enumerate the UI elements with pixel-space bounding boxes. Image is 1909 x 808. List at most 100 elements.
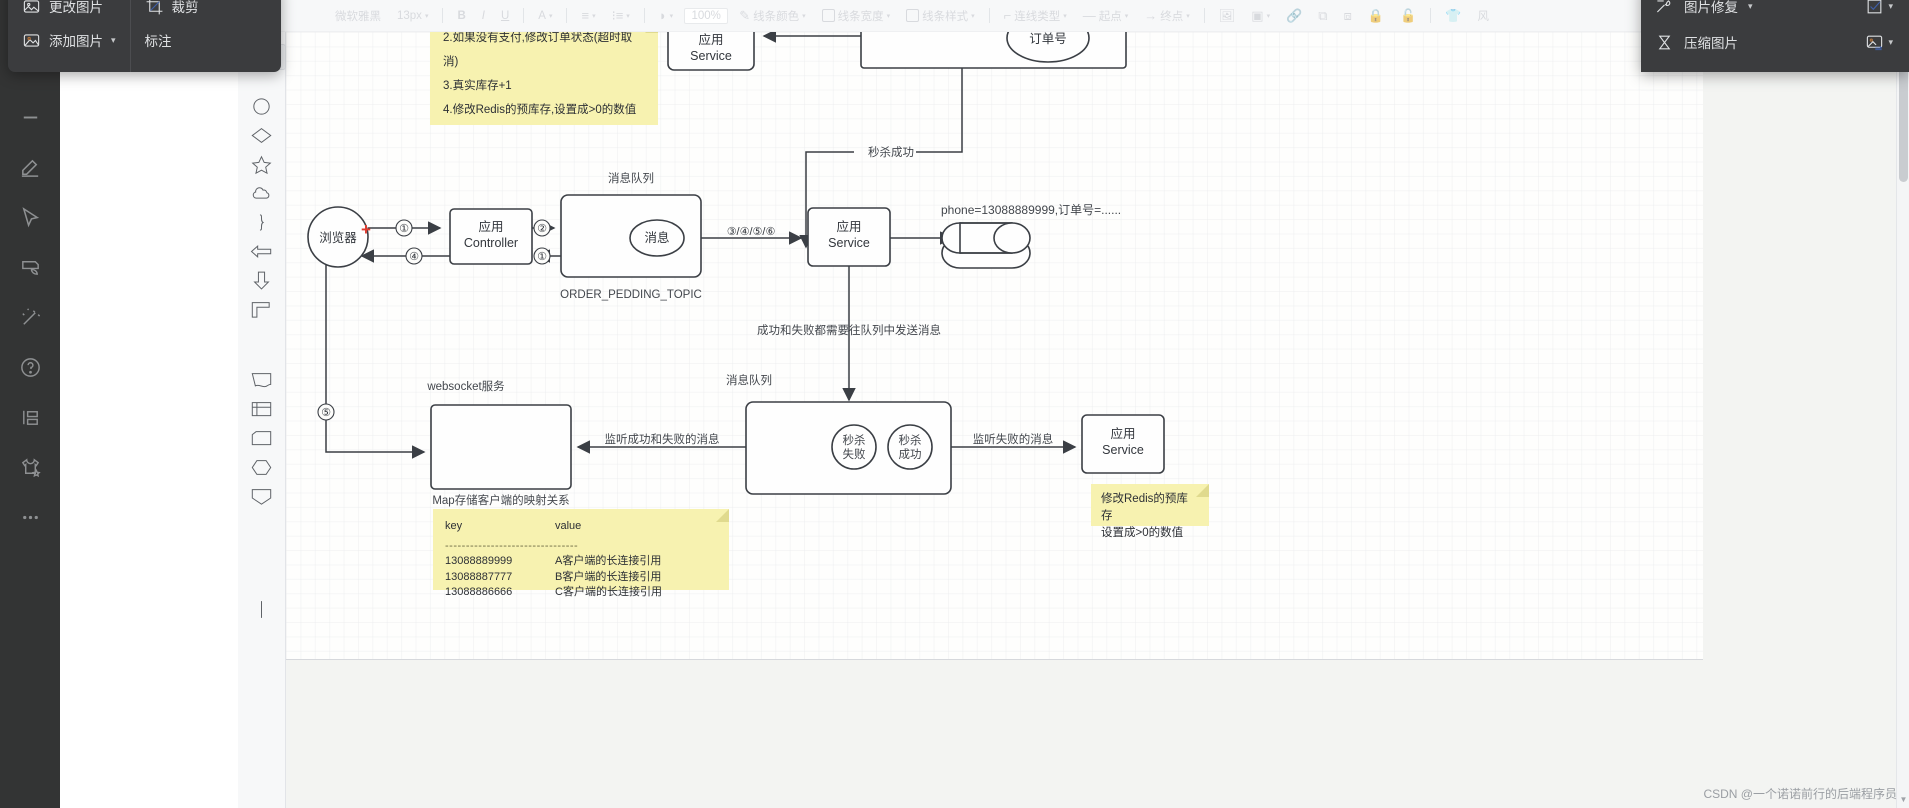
cell-value: B客户端的长连接引用 <box>555 570 662 583</box>
chevron-down-icon: ▾ <box>1888 36 1893 47</box>
menu-item-change-image[interactable]: 更改图片 <box>22 0 116 16</box>
menu-item-add-image[interactable]: 添加图片 ▾ <box>22 30 116 50</box>
image-icon: 🖼 <box>1218 8 1236 23</box>
link-button[interactable]: 🔗 <box>1281 7 1307 24</box>
line-style-button[interactable]: 线条样式 ▾ <box>901 6 980 26</box>
image-crop-icon: ▣ <box>1251 8 1264 23</box>
image-menu-popup-right[interactable]: 图片修复 ▾ ▾ 压缩图片 ▾ <box>1641 0 1909 72</box>
table-header-row: key value <box>445 519 717 535</box>
image-menu-popup-left[interactable]: 更改图片 添加图片 ▾ 裁剪 标注 <box>8 0 281 72</box>
ungroup-button[interactable]: ⧈ <box>1339 7 1357 24</box>
diamond-shape[interactable] <box>242 121 282 150</box>
menu-item-crop[interactable]: 裁剪 <box>145 0 199 16</box>
chevron-down-icon: ▾ <box>802 12 806 20</box>
star-shape[interactable] <box>242 150 282 179</box>
mask-icon[interactable] <box>8 242 52 292</box>
end-point-button[interactable]: → 终点 ▾ <box>1139 6 1195 26</box>
divider-tool[interactable] <box>8 92 52 142</box>
menu-item-annotate[interactable]: 标注 <box>145 30 199 50</box>
image-repair-icon <box>1656 0 1671 12</box>
chevron-down-icon: ▾ <box>1186 12 1190 20</box>
chevron-down-icon: ▾ <box>424 12 429 20</box>
table-row: 13088887777 B客户端的长连接引用 <box>445 570 717 586</box>
table-shape[interactable] <box>242 395 282 424</box>
image-swap-button[interactable]: ▾ <box>1865 33 1909 52</box>
tshirt-icon: 👕 <box>1445 8 1462 23</box>
line-spacing-icon: ⁝≡ <box>611 8 624 23</box>
lock-button[interactable]: 🔒 <box>1363 7 1389 24</box>
format-toolbar[interactable]: 微软雅黑 13px ▾ B I U A ▾ ≡ ▾ ⁝≡ ▾ ◗ ▾ 100% ✎ 线条… <box>0 0 1909 32</box>
shape-palette[interactable] <box>238 32 286 808</box>
pen-icon[interactable] <box>8 142 52 192</box>
font-name-select[interactable]: 微软雅黑 <box>330 6 386 26</box>
align-icon: ≡ <box>581 8 590 23</box>
image-swap-icon <box>1867 35 1883 50</box>
pentagon-down-shape[interactable] <box>242 482 282 511</box>
line-spacing-button[interactable]: ⁝≡ ▾ <box>607 7 635 24</box>
italic-button[interactable]: I <box>477 8 490 24</box>
diagram-canvas[interactable]: 应用 Service 订单号 秒杀成功 浏览器 应用 Controller ① … <box>286 32 1909 808</box>
chevron-down-icon: ▾ <box>626 12 630 20</box>
fill-color-button[interactable]: ◗ ▾ <box>654 7 678 24</box>
sticky-note-order-steps[interactable]: 2.如果没有支付,修改订单状态(超时取消) 3.真实库存+1 4.修改Redis… <box>430 32 658 125</box>
check-frame-button[interactable]: ▾ <box>1865 0 1909 16</box>
layout-icon[interactable] <box>8 392 52 442</box>
menu-item-compress-image[interactable]: 压缩图片 ▾ <box>1655 32 1909 52</box>
sticky-note-keyvalue[interactable]: key value ------------------------------… <box>433 509 729 598</box>
scroll-down-icon[interactable]: ▼ <box>1897 793 1909 806</box>
hexagon-shape[interactable] <box>242 453 282 482</box>
start-point-button[interactable]: — 起点 ▾ <box>1078 6 1134 26</box>
menu-item-image-repair[interactable]: 图片修复 ▾ ▾ <box>1655 0 1909 16</box>
image-crop-button[interactable]: ▣ ▾ <box>1246 7 1275 24</box>
left-arrow-shape[interactable] <box>242 237 282 266</box>
group-button[interactable]: ⧉ <box>1313 7 1332 24</box>
chevron-down-icon: ▾ <box>1888 0 1893 11</box>
vertical-scrollbar[interactable]: ▲ ▼ <box>1896 32 1909 808</box>
line-end-icon: → <box>1144 8 1158 23</box>
connector-type-button[interactable]: ⌐ 连线类型 ▾ <box>999 6 1072 26</box>
wind-button[interactable]: 风 <box>1472 6 1494 26</box>
help-circle-icon[interactable] <box>8 342 52 392</box>
ellipsis-icon[interactable] <box>8 492 52 542</box>
line-color-button[interactable]: ✎ 线条颜色 ▾ <box>734 6 810 26</box>
scrollbar-thumb[interactable] <box>1899 62 1908 182</box>
insert-image-button[interactable]: 🖼 <box>1214 7 1241 24</box>
text-align-button[interactable]: ≡ ▾ <box>576 7 600 24</box>
note-line: 修改Redis的预库存 <box>1101 493 1188 522</box>
tool-rail[interactable] <box>0 0 60 808</box>
font-color-button[interactable]: A ▾ <box>533 8 557 24</box>
cloud-shape[interactable] <box>242 179 282 208</box>
corner-shape[interactable] <box>242 295 282 324</box>
apparel-button[interactable]: 👕 <box>1440 7 1466 24</box>
magic-wand-icon[interactable] <box>8 292 52 342</box>
chevron-down-icon: ▾ <box>592 12 596 20</box>
canvas-margin-bottom <box>286 660 1909 808</box>
underline-button[interactable]: U <box>496 8 514 24</box>
chevron-down-icon: ▾ <box>1063 12 1067 20</box>
column-header-key: key <box>445 520 463 532</box>
menu-item-label: 更改图片 <box>49 0 103 15</box>
brace-shape[interactable] <box>242 208 282 237</box>
cell-key: 13088889999 <box>445 555 513 567</box>
down-arrow-shape[interactable] <box>242 266 282 295</box>
line-start-icon: — <box>1082 8 1096 23</box>
sticky-note-redis[interactable]: 修改Redis的预库存 设置成>0的数值 <box>1091 484 1209 539</box>
circle-shape[interactable] <box>242 92 282 121</box>
dashed-square-icon <box>906 9 920 22</box>
cell-value: C客户端的长连接引用 <box>555 586 662 598</box>
unlock-button[interactable]: 🔓 <box>1395 7 1421 24</box>
font-size-select[interactable]: 13px ▾ <box>392 8 433 24</box>
document-shape[interactable] <box>242 366 282 395</box>
line-width-button[interactable]: 线条宽度 ▾ <box>817 6 896 26</box>
pencil-icon: ✎ <box>739 8 751 23</box>
compress-image-icon <box>1658 35 1671 49</box>
rounded-rect-shape[interactable] <box>242 424 282 453</box>
note-fold-corner <box>645 32 658 33</box>
tshirt-star-icon[interactable] <box>8 442 52 492</box>
vertical-line-shape[interactable] <box>242 595 282 624</box>
toolbar-divider <box>988 8 990 23</box>
zoom-input[interactable]: 100% <box>684 7 729 24</box>
connector-icon: ⌐ <box>1003 8 1012 23</box>
cursor-icon[interactable] <box>8 192 52 242</box>
bold-button[interactable]: B <box>452 8 470 24</box>
